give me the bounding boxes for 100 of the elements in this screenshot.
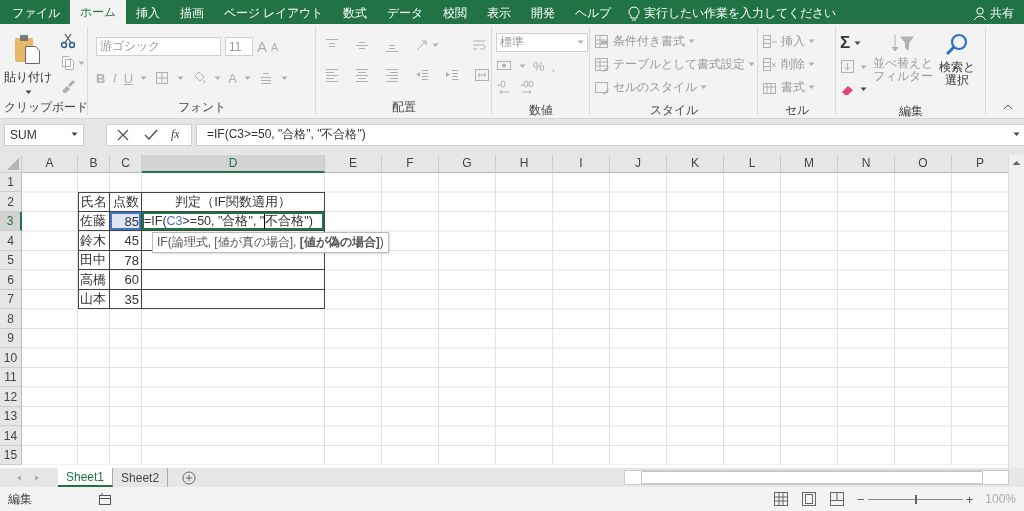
vertical-scrollbar[interactable] (1008, 154, 1024, 469)
tell-me-search[interactable]: 実行したい作業を入力してください (644, 4, 837, 22)
group-label: セル (783, 102, 810, 118)
person-icon[interactable] (973, 5, 987, 21)
table-header-cell: 氏名 (78, 192, 110, 212)
group-label: 編集 (897, 103, 924, 119)
scissors-icon[interactable] (60, 33, 76, 49)
sheet-tab[interactable]: Sheet1 (58, 468, 114, 488)
row-header[interactable]: 4 (0, 231, 22, 251)
column-header[interactable]: J (610, 154, 667, 173)
clipboard-icon[interactable] (13, 33, 43, 65)
caret-icon[interactable] (71, 132, 78, 138)
page-break-view-icon[interactable] (829, 491, 846, 508)
ribbon-tab[interactable]: 校閲 (433, 2, 478, 24)
ribbon-tab[interactable]: データ (377, 2, 434, 24)
column-header[interactable]: I (553, 154, 610, 173)
row-header[interactable]: 13 (0, 406, 22, 427)
table-cell: 45 (110, 231, 142, 251)
ribbon-tab[interactable]: ページ レイアウト (214, 2, 334, 24)
orientation-icon[interactable] (414, 37, 430, 53)
column-header[interactable]: C (110, 154, 142, 173)
brush-icon[interactable] (60, 77, 76, 93)
table-header-cell: 判定（IF関数適用） (142, 192, 325, 212)
column-header[interactable]: K (667, 154, 724, 173)
caret-icon[interactable] (860, 86, 867, 92)
lightbulb-icon[interactable] (627, 5, 642, 21)
column-header[interactable]: N (838, 154, 895, 173)
row-header[interactable]: 1 (0, 172, 22, 193)
collapse-ribbon-icon[interactable] (1002, 102, 1014, 112)
row-header[interactable]: 10 (0, 348, 22, 368)
increase-indent-icon[interactable] (444, 67, 460, 83)
ribbon-tab[interactable]: ホーム (70, 0, 126, 24)
zoom-in-button[interactable]: + (965, 491, 974, 507)
decrease-indent-icon[interactable] (414, 67, 430, 83)
table-header-cell: 点数 (110, 192, 142, 212)
find-select-button[interactable]: 検索と 選択 (939, 31, 975, 103)
column-header[interactable]: M (781, 154, 838, 173)
normal-view-icon[interactable] (773, 491, 790, 508)
ribbon-tab[interactable]: 描画 (170, 2, 214, 24)
page-layout-view-icon[interactable] (801, 491, 818, 508)
caret-icon[interactable] (1013, 132, 1020, 138)
group-label: フォント (176, 99, 227, 115)
caret-icon[interactable] (854, 40, 862, 46)
macro-record-icon[interactable] (98, 492, 112, 507)
row-header[interactable]: 3 (0, 211, 22, 232)
column-header[interactable]: P (952, 154, 1009, 173)
function-tooltip: IF(論理式, [値が真の場合], [値が偽の場合]) (152, 231, 389, 253)
status-mode: 編集 (8, 490, 32, 508)
new-sheet-icon[interactable] (182, 470, 197, 485)
column-header[interactable]: D (142, 154, 325, 173)
fill-down-icon[interactable] (840, 59, 856, 75)
row-header[interactable]: 8 (0, 309, 22, 329)
merge-cells-icon[interactable] (474, 67, 490, 83)
decimal-decrease-icon[interactable] (519, 80, 535, 96)
autosum-button[interactable]: Σ (840, 33, 851, 53)
row-header[interactable]: 9 (0, 328, 22, 349)
caret-icon[interactable] (24, 90, 32, 95)
row-header[interactable]: 2 (0, 192, 22, 212)
name-box[interactable]: SUM (4, 123, 84, 146)
row-header[interactable]: 6 (0, 270, 22, 290)
table-cell[interactable]: =IF(C3>=50, "合格", "不合格") (142, 211, 325, 232)
column-header[interactable]: G (439, 154, 496, 173)
group-label: 数値 (527, 102, 554, 118)
row-header[interactable]: 15 (0, 445, 22, 466)
row-header[interactable]: 5 (0, 250, 22, 271)
row-header[interactable]: 11 (0, 367, 22, 388)
column-header[interactable]: B (78, 154, 110, 173)
column-header[interactable]: F (382, 154, 439, 173)
decimal-increase-icon[interactable] (496, 80, 512, 96)
ribbon-tab[interactable]: 開発 (521, 2, 566, 24)
ribbon-tab[interactable]: 挿入 (126, 2, 170, 24)
borders-icon[interactable] (154, 70, 171, 86)
share-button[interactable]: 共有 (990, 4, 1014, 22)
row-header[interactable]: 12 (0, 387, 22, 407)
column-header[interactable]: O (895, 154, 952, 173)
insert-function-button[interactable]: fx (171, 127, 180, 143)
column-header[interactable]: A (22, 154, 78, 173)
align-center-icon[interactable] (354, 67, 370, 83)
ribbon-tab[interactable]: 数式 (333, 2, 378, 24)
row-header[interactable]: 14 (0, 426, 22, 446)
copy-icon[interactable] (60, 55, 76, 71)
horizontal-scrollbar[interactable] (624, 470, 1009, 486)
table-cell: 35 (110, 289, 142, 310)
ribbon-tab[interactable]: ヘルプ (565, 2, 622, 24)
ribbon-tab[interactable]: 表示 (477, 2, 522, 24)
column-header[interactable]: H (496, 154, 553, 173)
table-cell: 60 (110, 270, 142, 290)
align-right-icon[interactable] (384, 67, 400, 83)
column-header[interactable]: E (325, 154, 382, 173)
table-cell: 山本 (78, 289, 110, 310)
align-left-icon[interactable] (324, 67, 340, 83)
row-header[interactable]: 7 (0, 289, 22, 310)
zoom-out-button[interactable]: − (857, 491, 865, 507)
group-label: 配置 (390, 99, 417, 115)
column-header[interactable]: L (724, 154, 781, 173)
search-icon[interactable] (945, 33, 969, 57)
paste-button[interactable]: 貼り付け (4, 31, 52, 99)
formula-field[interactable]: =IF(C3>=50, "合格", "不合格") (196, 123, 1024, 146)
ribbon-tab[interactable]: ファイル (2, 2, 70, 24)
select-all-icon[interactable] (7, 157, 19, 170)
